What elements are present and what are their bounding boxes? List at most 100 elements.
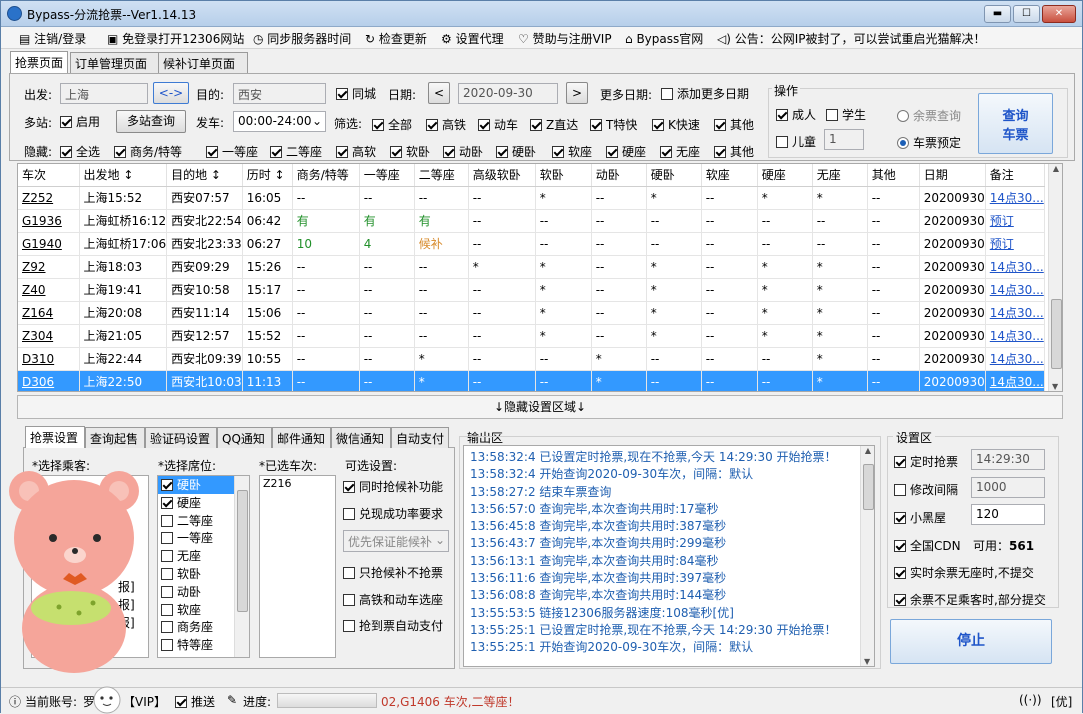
column-header[interactable]: 无座 [812,164,868,187]
opt-hsr-checkbox[interactable]: 高铁和动车选座 [343,591,443,608]
hide-no-seat[interactable]: 无座 [660,143,700,160]
column-header[interactable]: 软卧 [535,164,592,187]
tab-booking[interactable]: 抢票页面 [10,51,68,73]
table-row[interactable]: G1936 上海虹桥16:12 西安北22:54 06:42 有有有 -- -- -- -- --… [18,209,1045,233]
grid-scroll-thumb[interactable] [1051,299,1062,369]
tab-orders[interactable]: 订单管理页面 [70,52,160,73]
table-cell[interactable]: D306 [18,370,80,391]
multi-enable-checkbox[interactable]: 启用 [60,113,100,130]
timed-grab-checkbox[interactable]: 定时抢票 [894,453,958,470]
hide-business[interactable]: 商务/特等 [114,143,182,160]
seat-list[interactable]: 硬卧 硬座 二等座 一等座 无座 软卧 动卧 软座 商务座 特等座 [157,475,250,658]
menu-check-update[interactable]: ↻ 检查更新 [365,30,427,47]
column-header[interactable]: 软座 [701,164,758,187]
column-header[interactable]: 备注 [985,164,1045,187]
table-cell[interactable]: 预订 [985,209,1045,233]
table-cell[interactable]: Z40 [18,278,80,302]
column-header[interactable]: 车次 [18,164,80,187]
scroll-down-icon[interactable]: ▼ [864,657,870,666]
output-scroll-thumb[interactable] [863,464,874,510]
seat-scroll-thumb[interactable] [237,490,248,612]
menu-sync-time[interactable]: ◷ 同步服务器时间 [253,30,351,47]
filter-z[interactable]: Z直达 [530,116,578,133]
grid-scrollbar[interactable]: ▲ ▼ [1048,164,1062,391]
column-header[interactable]: 出发地 ↕ [79,164,168,187]
push-checkbox[interactable]: 推送 [175,693,215,710]
query-tickets-button[interactable]: 查询 车票 [978,93,1053,154]
hide-hard-sleeper[interactable]: 硬卧 [496,143,536,160]
maximize-button[interactable]: ☐ [1013,5,1040,23]
date-input[interactable]: 2020-09-30 [458,83,558,104]
column-header[interactable]: 目的地 ↕ [166,164,243,187]
table-cell[interactable]: G1936 [18,209,80,233]
column-header[interactable]: 一等座 [359,164,415,187]
child-count-stepper[interactable]: 1 [824,129,864,150]
table-cell[interactable]: Z92 [18,255,80,279]
interval-input[interactable]: 1000 [971,477,1045,498]
prev-date-button[interactable]: < [428,82,450,104]
hide-other[interactable]: 其他 [714,143,754,160]
column-header[interactable]: 商务/特等 [292,164,360,187]
tab-mail[interactable]: 邮件通知 [272,427,331,448]
menu-sponsor[interactable]: ♡ 赞助与注册VIP [518,30,612,47]
interval-checkbox[interactable]: 修改间隔 [894,481,958,498]
table-cell[interactable]: 14点30... [985,186,1045,210]
table-row[interactable]: Z304 上海21:05 西安12:57 15:52 -- -- -- -- * -- * -- * * -… [18,324,1045,348]
opt-autopay-checkbox[interactable]: 抢到票自动支付 [343,617,443,634]
seat-scrollbar[interactable] [234,476,249,657]
table-row[interactable]: D310 上海22:44 西安北09:39 10:55 -- -- * -- -- * -- -- --… [18,347,1045,371]
table-cell[interactable]: 14点30... [985,301,1045,325]
table-cell[interactable]: G1940 [18,232,80,256]
add-dates-checkbox[interactable]: 添加更多日期 [661,85,749,102]
blackroom-checkbox[interactable]: 小黑屋 [894,509,946,526]
same-city-checkbox[interactable]: 同城 [336,85,376,102]
partial-submit-checkbox[interactable]: 余票不足乘客时,部分提交 [894,591,1046,608]
adult-checkbox[interactable]: 成人 [776,106,816,123]
menu-notice[interactable]: ◁) 公告：公网IP被封了，可以尝试重启光猫解决！ [717,30,986,47]
menu-open-12306[interactable]: ▣ 免登录打开12306网站 [107,30,244,47]
cdn-checkbox[interactable]: 全国CDN [894,537,961,554]
column-header[interactable]: 二等座 [414,164,469,187]
menu-login[interactable]: ▤ 注销/登录 [19,30,86,47]
hide-second[interactable]: 二等座 [270,143,322,160]
timed-value-input[interactable]: 14:29:30 [971,449,1045,470]
menu-website[interactable]: ⌂ Bypass官网 [625,30,703,47]
close-button[interactable]: ✕ [1042,5,1076,23]
table-row[interactable]: Z252 上海15:52 西安07:57 16:05 -- -- -- -- * -- * -- * * -… [18,186,1045,210]
table-row[interactable]: G1940 上海虹桥17:06 西安北23:33 06:27 10 4 候补 -- -- -- --… [18,232,1045,256]
tab-captcha[interactable]: 验证码设置 [145,427,217,448]
scroll-up-icon[interactable]: ▲ [861,446,874,455]
column-header[interactable]: 历时 ↕ [242,164,293,187]
hide-settings-toggle[interactable]: ↓隐藏设置区域↓ [17,395,1063,419]
tab-wechat[interactable]: 微信通知 [331,427,391,448]
tab-grab-settings[interactable]: 抢票设置 [25,426,85,448]
hide-soft-sleeper[interactable]: 软卧 [390,143,430,160]
table-row[interactable]: D306 上海22:50 西安北10:03 11:13 -- -- * -- -- * -- -- --… [18,370,1045,391]
from-input[interactable]: 上海 [60,83,148,104]
hide-first[interactable]: 一等座 [206,143,258,160]
table-cell[interactable]: 14点30... [985,347,1045,371]
column-header[interactable]: 日期 [919,164,986,187]
filter-other[interactable]: 其他 [714,116,754,133]
scroll-up-icon[interactable]: ▲ [1049,164,1062,173]
table-cell[interactable]: 14点30... [985,324,1045,348]
child-checkbox[interactable]: 儿童 [776,133,816,150]
filter-t[interactable]: T特快 [590,116,637,133]
priority-select[interactable]: 优先保证能候补 ⌄ [343,530,449,552]
output-scrollbar[interactable]: ▲ ▼ [860,446,874,666]
table-cell[interactable]: Z252 [18,186,80,210]
tab-sale-query[interactable]: 查询起售 [85,427,145,448]
chosen-trains-list[interactable]: Z216 [259,475,336,658]
table-cell[interactable]: Z304 [18,324,80,348]
table-row[interactable]: Z40 上海19:41 西安10:58 15:17 -- -- -- -- * -- * -- * * --… [18,278,1045,302]
table-row[interactable]: Z164 上海20:08 西安11:14 15:06 -- -- -- -- * -- * -- * * -… [18,301,1045,325]
no-seat-no-submit-checkbox[interactable]: 实时余票无座时,不提交 [894,564,1034,581]
opt-alternate-checkbox[interactable]: 同时抢候补功能 [343,478,443,495]
hide-hard-seat[interactable]: 硬座 [606,143,646,160]
filter-gaotie[interactable]: 高铁 [426,116,466,133]
to-input[interactable]: 西安 [233,83,326,104]
hide-all[interactable]: 全选 [60,143,100,160]
table-cell[interactable]: 预订 [985,232,1045,256]
swap-button[interactable]: <-> [153,82,189,104]
next-date-button[interactable]: > [566,82,588,104]
